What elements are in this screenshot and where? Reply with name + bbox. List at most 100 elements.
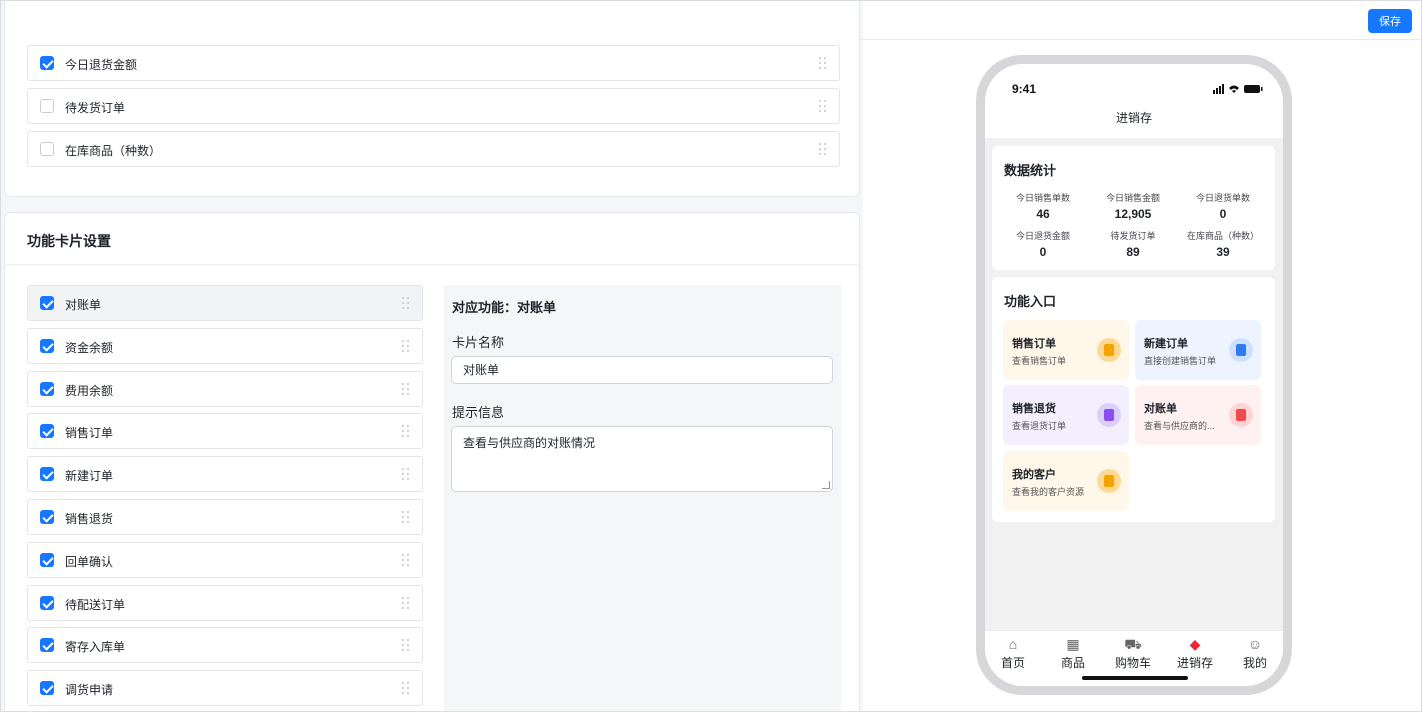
entry-subtitle: 查看与供应商的... — [1144, 421, 1215, 431]
function-card-checkbox[interactable] — [40, 681, 54, 696]
drag-handle-icon[interactable] — [402, 511, 410, 523]
drag-handle-icon[interactable] — [819, 100, 827, 112]
entries-card: 功能入口 销售订单 查看销售订单 新建订单 直接创建销售订单 销售退货 查看退货订单 对账单… — [992, 277, 1275, 522]
stat-value: 89 — [1126, 245, 1140, 259]
entry-title: 销售退货 — [1012, 403, 1056, 415]
drag-handle-icon[interactable] — [402, 682, 410, 695]
clipboard-icon — [1097, 338, 1121, 362]
statement-icon — [1229, 403, 1253, 427]
function-card-row[interactable]: 资金余额 — [27, 327, 423, 364]
stat-value: 0 — [1219, 207, 1227, 221]
drag-handle-icon[interactable] — [402, 425, 410, 438]
entry-tile[interactable]: 销售订单查看销售订单 — [1003, 320, 1129, 380]
entry-subtitle: 查看我的客户资源 — [1012, 487, 1085, 497]
drag-handle-icon[interactable] — [402, 339, 410, 352]
tip-text: 查看与供应商的对账情况 — [463, 436, 596, 450]
return-doc-icon — [1097, 403, 1121, 427]
customer-card-icon — [1097, 469, 1121, 493]
function-card-checkbox[interactable] — [40, 424, 54, 439]
stat-label: 在库商品（种数） — [1186, 231, 1259, 241]
tab-item[interactable]: ◆ 进销存 — [1175, 635, 1215, 671]
entry-tile[interactable]: 销售退货查看退货订单 — [1003, 385, 1129, 445]
stat-cell: 今日退货金额 0 — [998, 229, 1088, 259]
stat-item-checkbox[interactable] — [40, 56, 54, 70]
entry-tile[interactable]: 对账单查看与供应商的... — [1135, 385, 1261, 445]
tab-item[interactable]: ☺ 我的 — [1235, 635, 1275, 671]
function-card-label: 销售订单 — [65, 426, 114, 441]
function-card-row[interactable]: 对账单 — [27, 285, 423, 321]
stat-label: 今日退货单数 — [1195, 193, 1250, 203]
function-card-checkbox[interactable] — [40, 381, 54, 396]
entry-subtitle: 查看退货订单 — [1012, 421, 1067, 431]
entry-tile[interactable]: 新建订单 直接创建销售订单 — [1135, 320, 1261, 380]
phone-preview: 9:41 进销存 数据统计 今日销售单数 46 今日销售金额 12,905 今日退货… — [976, 55, 1292, 695]
drag-handle-icon[interactable] — [402, 639, 410, 652]
stat-item-row[interactable]: 在库商品（种数） — [27, 131, 840, 167]
function-card-checkbox[interactable] — [40, 338, 54, 353]
phone-tab-bar: ⌂ 首页 ▦ 商品 ⛟ 购物车 ◆ 进销存 ☺ 我的 — [985, 630, 1283, 686]
function-card-row[interactable]: 销售退货 — [27, 499, 423, 535]
stat-item-row[interactable]: 待发货订单 — [27, 88, 840, 124]
cart-icon: ⛟ — [1124, 636, 1142, 652]
function-card-checkbox[interactable] — [40, 638, 54, 653]
function-card-label: 费用余额 — [65, 383, 114, 398]
card-name-input[interactable]: 对账单 — [451, 356, 833, 384]
function-card-label: 新建订单 — [65, 469, 114, 484]
function-card-checkbox[interactable] — [40, 595, 54, 610]
function-card-row[interactable]: 寄存入库单 — [27, 627, 423, 664]
phone-nav-title: 进销存 — [985, 104, 1283, 138]
stat-label: 今日退货金额 — [1015, 231, 1070, 241]
function-card-label: 回单确认 — [65, 554, 114, 569]
entry-subtitle: 查看销售订单 — [1012, 356, 1067, 366]
stat-value: 12,905 — [1114, 207, 1152, 221]
function-card-label: 对账单 — [65, 298, 102, 312]
function-card-row[interactable]: 回单确认 — [27, 541, 423, 578]
stat-item-label: 今日退货金额 — [65, 58, 138, 72]
resize-grip-icon[interactable] — [822, 481, 830, 489]
home-icon: ⌂ — [1008, 636, 1018, 652]
drag-handle-icon[interactable] — [402, 468, 410, 481]
drag-handle-icon[interactable] — [402, 596, 410, 609]
tip-label: 提示信息 — [452, 405, 505, 420]
tab-label: 我的 — [1242, 656, 1267, 670]
stat-cell: 今日销售金额 12,905 — [1088, 191, 1178, 221]
entry-tile[interactable]: 我的客户 查看我的客户资源 — [1003, 451, 1129, 511]
tab-item[interactable]: ▦ 商品 — [1053, 635, 1093, 671]
entry-title: 销售订单 — [1012, 338, 1056, 350]
function-card-label: 待配送订单 — [65, 597, 126, 612]
status-icons — [1213, 84, 1263, 94]
function-card-row[interactable]: 新建订单 — [27, 456, 423, 493]
stat-item-label: 在库商品（种数） — [65, 144, 162, 158]
drag-handle-icon[interactable] — [402, 297, 410, 309]
stat-item-checkbox[interactable] — [40, 142, 54, 156]
user-icon: ☺ — [1247, 636, 1263, 652]
function-card-checkbox[interactable] — [40, 510, 54, 524]
function-card-row[interactable]: 费用余额 — [27, 370, 423, 407]
tip-textarea[interactable]: 查看与供应商的对账情况 — [451, 426, 833, 492]
function-card-checkbox[interactable] — [40, 296, 54, 310]
function-card-checkbox[interactable] — [40, 467, 54, 482]
stat-item-checkbox[interactable] — [40, 99, 54, 113]
stat-item-row[interactable]: 今日退货金额 — [27, 45, 840, 81]
drag-handle-icon[interactable] — [819, 57, 827, 69]
function-card-label: 寄存入库单 — [65, 640, 126, 655]
function-card-row[interactable]: 调货申请 — [27, 670, 423, 707]
tab-item[interactable]: ⛟ 购物车 — [1113, 635, 1153, 671]
drag-handle-icon[interactable] — [402, 553, 410, 566]
function-card-label: 调货申请 — [65, 683, 114, 698]
function-card-row[interactable]: 待配送订单 — [27, 584, 423, 621]
stat-value: 0 — [1039, 245, 1047, 259]
tab-item[interactable]: ⌂ 首页 — [993, 635, 1033, 671]
entries-title: 功能入口 — [1004, 294, 1057, 309]
app-root: 今日退货金额 待发货订单 在库商品（种数） 功能卡片设置 对账单 资金余额 费用余额… — [0, 0, 1422, 712]
save-button[interactable]: 保存 — [1368, 9, 1412, 33]
drag-handle-icon[interactable] — [819, 143, 827, 155]
stat-cell: 待发货订单 89 — [1088, 229, 1178, 259]
stats-title: 数据统计 — [1004, 163, 1057, 178]
tag-icon: ◆ — [1189, 636, 1201, 652]
function-card-checkbox[interactable] — [40, 552, 54, 567]
stat-label: 今日销售单数 — [1015, 193, 1070, 203]
drag-handle-icon[interactable] — [402, 382, 410, 395]
entry-title: 对账单 — [1144, 403, 1177, 415]
function-card-row[interactable]: 销售订单 — [27, 413, 423, 450]
